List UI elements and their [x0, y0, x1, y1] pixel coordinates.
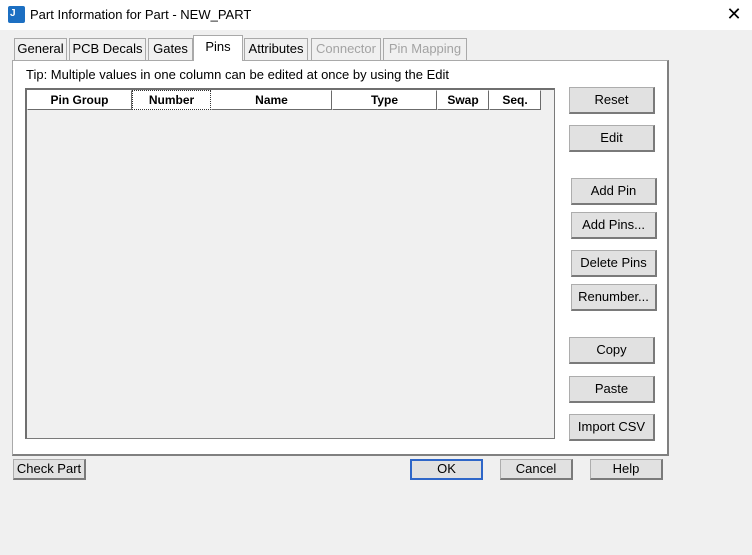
- tip-text: Tip: Multiple values in one column can b…: [26, 67, 449, 82]
- app-logo-icon: J: [8, 6, 25, 23]
- tab-pin-mapping: Pin Mapping: [383, 38, 467, 60]
- column-header-swap[interactable]: Swap: [437, 90, 489, 110]
- tab-pcb-decals[interactable]: PCB Decals: [69, 38, 146, 60]
- tab-connector: Connector: [311, 38, 381, 60]
- tab-gates[interactable]: Gates: [148, 38, 193, 60]
- window-title: Part Information for Part - NEW_PART: [30, 7, 252, 22]
- add-pin-button[interactable]: Add Pin: [571, 178, 657, 205]
- column-header-number[interactable]: Number: [132, 90, 211, 110]
- check-part-button[interactable]: Check Part: [13, 459, 86, 480]
- cancel-button[interactable]: Cancel: [500, 459, 573, 480]
- renumber-button[interactable]: Renumber...: [571, 284, 657, 311]
- add-pins-button[interactable]: Add Pins...: [571, 212, 657, 239]
- delete-pins-button[interactable]: Delete Pins: [571, 250, 657, 277]
- column-header-pin-group[interactable]: Pin Group: [27, 90, 132, 110]
- close-icon[interactable]: ✕: [722, 2, 746, 26]
- help-button[interactable]: Help: [590, 459, 663, 480]
- paste-button[interactable]: Paste: [569, 376, 655, 403]
- edit-button[interactable]: Edit: [569, 125, 655, 152]
- tab-pins[interactable]: Pins: [193, 35, 243, 61]
- reset-button[interactable]: Reset: [569, 87, 655, 114]
- column-header-seq[interactable]: Seq.: [489, 90, 541, 110]
- tab-general[interactable]: General: [14, 38, 67, 60]
- pins-grid[interactable]: [25, 88, 555, 439]
- ok-button[interactable]: OK: [410, 459, 483, 480]
- column-header-type[interactable]: Type: [332, 90, 437, 110]
- import-csv-button[interactable]: Import CSV: [569, 414, 655, 441]
- copy-button[interactable]: Copy: [569, 337, 655, 364]
- column-header-name[interactable]: Name: [211, 90, 332, 110]
- tab-attributes[interactable]: Attributes: [244, 38, 308, 60]
